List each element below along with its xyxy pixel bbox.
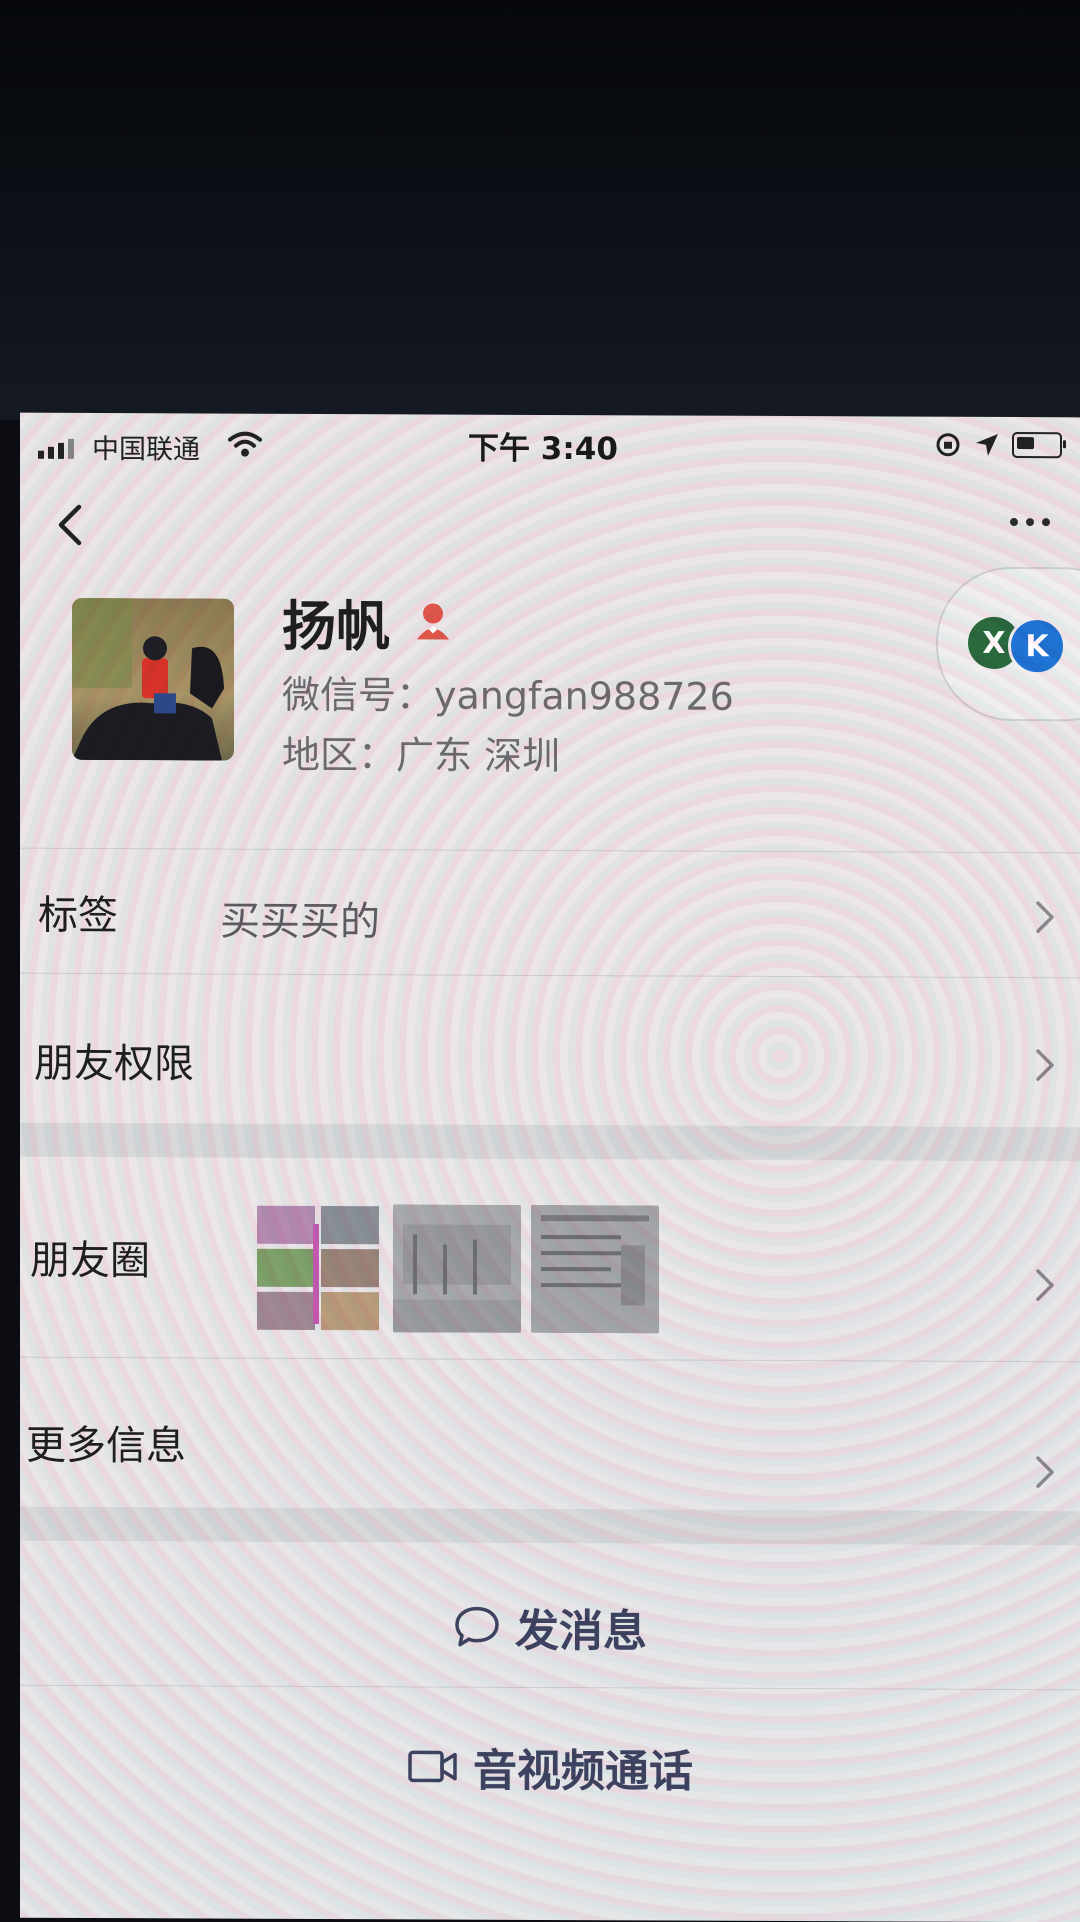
profile-name: 扬帆 [282, 594, 390, 659]
more-info-row[interactable] [20, 1357, 1080, 1512]
carrier-name: 中国联通 [92, 434, 200, 466]
photo-background [0, 0, 1080, 420]
video-call-button[interactable]: 音视频通话 [20, 1733, 1080, 1802]
send-message-label: 发消息 [515, 1605, 647, 1658]
section-gap [20, 1506, 1080, 1546]
rotation-lock-icon [936, 433, 960, 457]
divider [20, 1684, 1080, 1691]
status-time: 下午 3:40 [468, 430, 618, 468]
moments-row[interactable] [20, 1157, 1080, 1362]
phone-screen: 中国联通 下午 3:40 扬帆 微信号：yangfan988726 地区：广东 … [20, 412, 1080, 1922]
more-dots-icon [1010, 518, 1018, 527]
send-message-button[interactable]: 发消息 [20, 1593, 1080, 1662]
region: 地区：广东 深圳 [282, 732, 561, 779]
signal-icon [38, 438, 74, 459]
tags-row[interactable] [20, 848, 1080, 978]
status-badge[interactable]: X K [936, 566, 1080, 722]
video-call-label: 音视频通话 [473, 1745, 693, 1798]
location-icon [976, 433, 998, 456]
battery-icon [1012, 432, 1062, 459]
section-gap [20, 1122, 1080, 1162]
permissions-row[interactable] [20, 973, 1080, 1128]
status-bar: 中国联通 下午 3:40 [20, 413, 1080, 478]
badge-k-icon: K [1008, 616, 1066, 676]
video-camera-icon [408, 1750, 457, 1783]
avatar[interactable] [72, 597, 234, 761]
more-button[interactable] [1000, 507, 1060, 537]
chat-bubble-icon [455, 1606, 499, 1647]
status-indicators [934, 431, 1062, 460]
avatar-image [72, 597, 234, 761]
wifi-icon [228, 431, 262, 457]
female-icon [417, 603, 449, 640]
wechat-id: 微信号：yangfan988726 [282, 672, 734, 719]
back-button[interactable] [45, 495, 95, 555]
